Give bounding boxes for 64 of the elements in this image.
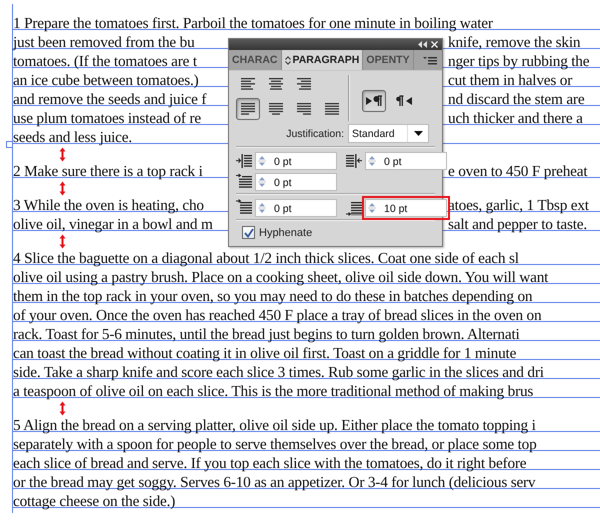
text-line: 3 While the oven is heating, cho [13,196,205,215]
text-line: rack. Toast for 5-6 minutes, until the bread just begins to turn golden brown. Alternati [13,325,520,344]
text-line: or the bread may get soggy. Serves 6-10 as an appetizer. Or 3-4 for lunch (delicious serv [13,473,536,492]
text-line: salt and pepper to taste. [448,215,587,234]
text-line: them in the top rack in your oven, so you may need to do these in batches depending on [13,287,532,306]
text-line: separately with a spoon for people to serve themselves over the bread, or place some top [13,435,537,454]
frame-handle[interactable] [6,141,13,148]
text-line: can toast the bread without coating it in olive oil first. Toast on a griddle for 1 minute [13,344,516,363]
left-indent-icon [236,152,252,169]
spacing-arrow-icon [59,147,66,162]
text-line: olive oil, vinegar in a bowl and m [13,215,214,234]
align-justify-right-icon [296,102,312,116]
panel-tab[interactable]: CHARAC [229,50,282,70]
spacing-arrow-icon [59,401,66,416]
text-line: 1 Prepare the tomatoes first. Parboil the tomatoes for one minute in boiling water [13,14,493,33]
spacing-arrow-icon [59,181,66,196]
align-justify-center-icon [268,102,284,116]
align-justify-left-icon [240,102,256,116]
text-line: just been removed from the bu [13,33,196,52]
text-line: of your oven. Once the oven has reached 450 F place a tray of bread slices in the oven on [13,306,542,325]
text-line: uch thicker and there a [448,109,583,128]
space-after-icon [346,199,362,216]
align-center-icon [268,77,284,91]
text-line: side. Take a sharp knife and score each slice 3 times. Rub some garlic in the slices and dri [13,363,544,382]
justification-dropdown[interactable]: Standard [348,124,429,143]
menu-icon[interactable] [423,56,437,64]
left-to-right-icon [366,95,382,107]
text-line: 2 Make sure there is a top rack i [13,162,204,181]
first-line-indent-icon [236,173,252,190]
collapse-icon[interactable] [418,41,427,48]
text-line: nger tips by rubbing the [448,52,590,71]
text-line: cottage cheese on the side.) [13,492,176,511]
right-indent-icon [346,152,362,169]
right-to-left-icon [396,95,412,107]
text-line: e oven to 450 F preheat [448,162,588,181]
align-right-icon [296,77,312,91]
align-button[interactable] [236,98,260,120]
sort-icon [284,56,290,64]
caret-icon [414,131,422,136]
text-line: olive oil using a pastry brush. Place on a cooking sheet, olive oil side down. You will want [13,268,548,287]
checkbox-label[interactable]: Hyphenate [259,226,312,238]
text-line: a teaspoon of olive oil on each slice. This is the more traditional method of making brus [13,382,534,401]
align-left-icon [240,77,256,91]
text-line: nd discard the stem are [448,90,584,109]
text-line: cut them in halves or [448,71,572,90]
text-line: 5 Align the bread on a serving platter, olive oil side up. Either place the tomato topping i [13,416,536,435]
text-line: 4 Slice the baguette on a diagonal about 1/2 inch thick slices. Coat one side of each sl [13,249,519,268]
text-line: knife, remove the skin [448,33,580,52]
align-justify-all-icon [324,102,340,116]
close-icon[interactable] [431,41,438,48]
text-line: use plum tomatoes instead of re [13,109,202,128]
direction-button[interactable] [362,90,386,112]
text-line: each slice of bread and serve. If you top each slice with the tomatoes, do it right before [13,454,526,473]
spacing-arrow-icon [59,234,66,249]
justification-label: Justification: [286,128,344,140]
text-line: and remove the seeds and juice f [13,90,208,109]
text-line: an ice cube between tomatoes.) [13,71,200,90]
panel-tab[interactable]: PARAGRAPH [282,50,364,70]
stepper-button[interactable] [365,198,377,216]
space-before-icon [236,199,252,216]
text-line: seeds and less juice. [13,128,132,147]
text-line: tomatoes. (If the tomatoes are t [13,52,198,71]
number-field[interactable]: 10 pt [377,198,447,216]
checkbox[interactable] [242,226,255,239]
